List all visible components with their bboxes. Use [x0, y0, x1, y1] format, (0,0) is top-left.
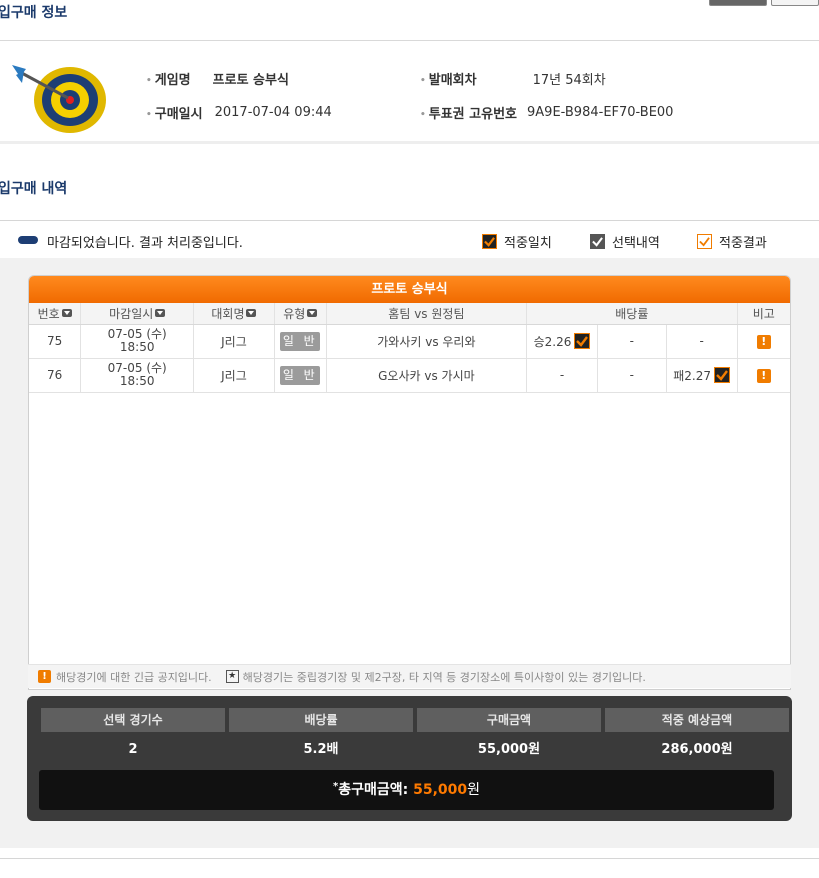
game-name-value: 프로토 승부식 — [212, 73, 289, 88]
sort-icon[interactable] — [155, 308, 166, 317]
sort-icon[interactable] — [246, 308, 257, 317]
odds-draw[interactable]: - — [597, 358, 667, 393]
row-teams: 가와사키 vs 우리와 — [326, 324, 528, 359]
purchase-info-box: 게임명 프로토 승부식 구매일시 2017-07-04 09:44 발매회차 1… — [0, 40, 819, 144]
summary-odds: 5.2배 — [303, 742, 339, 757]
legend-result-label: 적중결과 — [719, 236, 767, 251]
legend-match: 적중일치 — [482, 232, 552, 251]
row-type: 일 반 — [274, 324, 327, 359]
row-deadline: 07-05 (수) 18:50 — [80, 324, 195, 359]
check-filled-icon — [714, 367, 731, 383]
col-odds: 배당률 — [526, 303, 738, 325]
type-badge: 일 반 — [280, 365, 321, 385]
summary-amount: 55,000원 — [477, 742, 541, 757]
summary-headers: 선택 경기수 배당률 구매금액 적중 예상금액 — [41, 708, 789, 732]
purchase-time-label: 구매일시 — [146, 103, 203, 122]
check-gray-icon — [590, 234, 605, 249]
row-type: 일 반 — [274, 358, 327, 393]
row-no: 75 — [29, 324, 82, 359]
notice-bar: ! 해당경기에 대한 긴급 공지입니다. ★ 해당경기는 중립경기장 및 제2구… — [28, 664, 791, 688]
close-button[interactable] — [771, 0, 819, 6]
table-row[interactable]: 76 07-05 (수) 18:50 J리그 일 반 G오사카 vs 가시마 - … — [29, 358, 790, 393]
odds-lose[interactable]: 패2.27 — [666, 358, 738, 393]
ticket-id-row: 투표권 고유번호 9A9E-B984-EF70-BE00 — [420, 103, 674, 122]
odds-lose[interactable]: - — [666, 324, 738, 359]
purchase-info-title: 입구매 정보 — [0, 5, 68, 21]
row-note[interactable]: ! — [737, 358, 790, 393]
ticket-id-label: 투표권 고유번호 — [420, 103, 517, 122]
total-amount: 55,000 — [413, 782, 468, 798]
check-filled-icon — [574, 333, 591, 349]
alert-icon[interactable]: ! — [756, 334, 771, 349]
col-no[interactable]: 번호 — [29, 303, 82, 325]
col-note: 비고 — [737, 303, 790, 325]
purchase-list-title: 입구매 내역 — [0, 181, 68, 197]
round-label: 발매회차 — [420, 69, 477, 88]
sort-icon[interactable] — [61, 308, 72, 317]
notice-venue: 해당경기는 중립경기장 및 제2구장, 타 지역 등 경기장소에 특이사항이 있… — [242, 670, 646, 684]
status-text: 마감되었습니다. 결과 처리중입니다. — [47, 236, 243, 251]
notice-urgent: 해당경기에 대한 긴급 공지입니다. — [56, 670, 212, 684]
summary-header-count: 선택 경기수 — [41, 708, 225, 732]
purchase-time-row: 구매일시 2017-07-04 09:44 — [146, 103, 332, 122]
odds-win[interactable]: 승2.26 — [526, 324, 598, 359]
round-row: 발매회차 17년 54회차 — [420, 69, 606, 88]
summary-count: 2 — [128, 742, 138, 757]
purchase-time-value: 2017-07-04 09:44 — [214, 105, 332, 120]
col-teams: 홈팀 vs 원정팀 — [326, 303, 528, 325]
top-button-group — [709, 0, 819, 6]
round-value: 17년 54회차 — [532, 73, 606, 88]
star-icon: ★ — [225, 670, 239, 683]
row-note[interactable]: ! — [737, 324, 790, 359]
summary-values: 2 5.2배 55,000원 286,000원 — [41, 738, 789, 762]
games-grid: 번호 마감일시 대회명 유형 홈팀 vs 원정팀 배당률 비고 75 07-05… — [29, 303, 790, 393]
games-table: 프로토 승부식 번호 마감일시 대회명 유형 홈팀 vs 원정팀 배당률 비고 … — [28, 275, 791, 690]
alert-icon: ! — [38, 670, 51, 683]
col-deadline[interactable]: 마감일시 — [80, 303, 195, 325]
table-header-row: 번호 마감일시 대회명 유형 홈팀 vs 원정팀 배당률 비고 — [29, 303, 790, 325]
row-no: 76 — [29, 358, 82, 393]
ticket-id-value: 9A9E-B984-EF70-BE00 — [527, 105, 674, 120]
total-label: 총구매금액: — [338, 782, 409, 798]
summary-header-expected: 적중 예상금액 — [605, 708, 789, 732]
target-icon — [12, 65, 106, 133]
status-bar: 마감되었습니다. 결과 처리중입니다. 적중일치 선택내역 적중결과 — [0, 222, 819, 258]
row-deadline: 07-05 (수) 18:50 — [80, 358, 195, 393]
odds-win[interactable]: - — [526, 358, 598, 393]
col-type[interactable]: 유형 — [274, 303, 327, 325]
summary-expected: 286,000원 — [661, 742, 733, 757]
row-teams: G오사카 vs 가시마 — [326, 358, 528, 393]
check-filled-icon — [482, 234, 497, 249]
row-league: J리그 — [193, 324, 275, 359]
game-name-row: 게임명 프로토 승부식 — [146, 69, 289, 88]
legend-selection-label: 선택내역 — [612, 236, 660, 251]
status-indicator-icon — [18, 236, 38, 244]
col-league[interactable]: 대회명 — [193, 303, 275, 325]
divider — [0, 220, 819, 221]
summary-header-amount: 구매금액 — [417, 708, 601, 732]
table-title: 프로토 승부식 — [29, 276, 790, 303]
bottom-divider — [0, 858, 819, 859]
legend-result: 적중결과 — [697, 232, 767, 251]
sort-icon[interactable] — [307, 308, 318, 317]
type-badge: 일 반 — [280, 331, 321, 351]
summary-box: 선택 경기수 배당률 구매금액 적중 예상금액 2 5.2배 55,000원 2… — [27, 696, 792, 821]
print-button[interactable] — [709, 0, 767, 6]
total-purchase-bar: *총구매금액: 55,000원 — [39, 770, 774, 810]
alert-icon[interactable]: ! — [756, 368, 771, 383]
list-panel: 프로토 승부식 번호 마감일시 대회명 유형 홈팀 vs 원정팀 배당률 비고 … — [0, 258, 819, 848]
odds-draw[interactable]: - — [597, 324, 667, 359]
legend-match-label: 적중일치 — [504, 236, 552, 251]
game-name-label: 게임명 — [146, 69, 191, 88]
table-row[interactable]: 75 07-05 (수) 18:50 J리그 일 반 가와사키 vs 우리와 승2… — [29, 324, 790, 359]
total-unit: 원 — [467, 782, 481, 798]
summary-header-odds: 배당률 — [229, 708, 413, 732]
row-league: J리그 — [193, 358, 275, 393]
legend-selection: 선택내역 — [590, 232, 660, 251]
check-outline-icon — [697, 234, 712, 249]
